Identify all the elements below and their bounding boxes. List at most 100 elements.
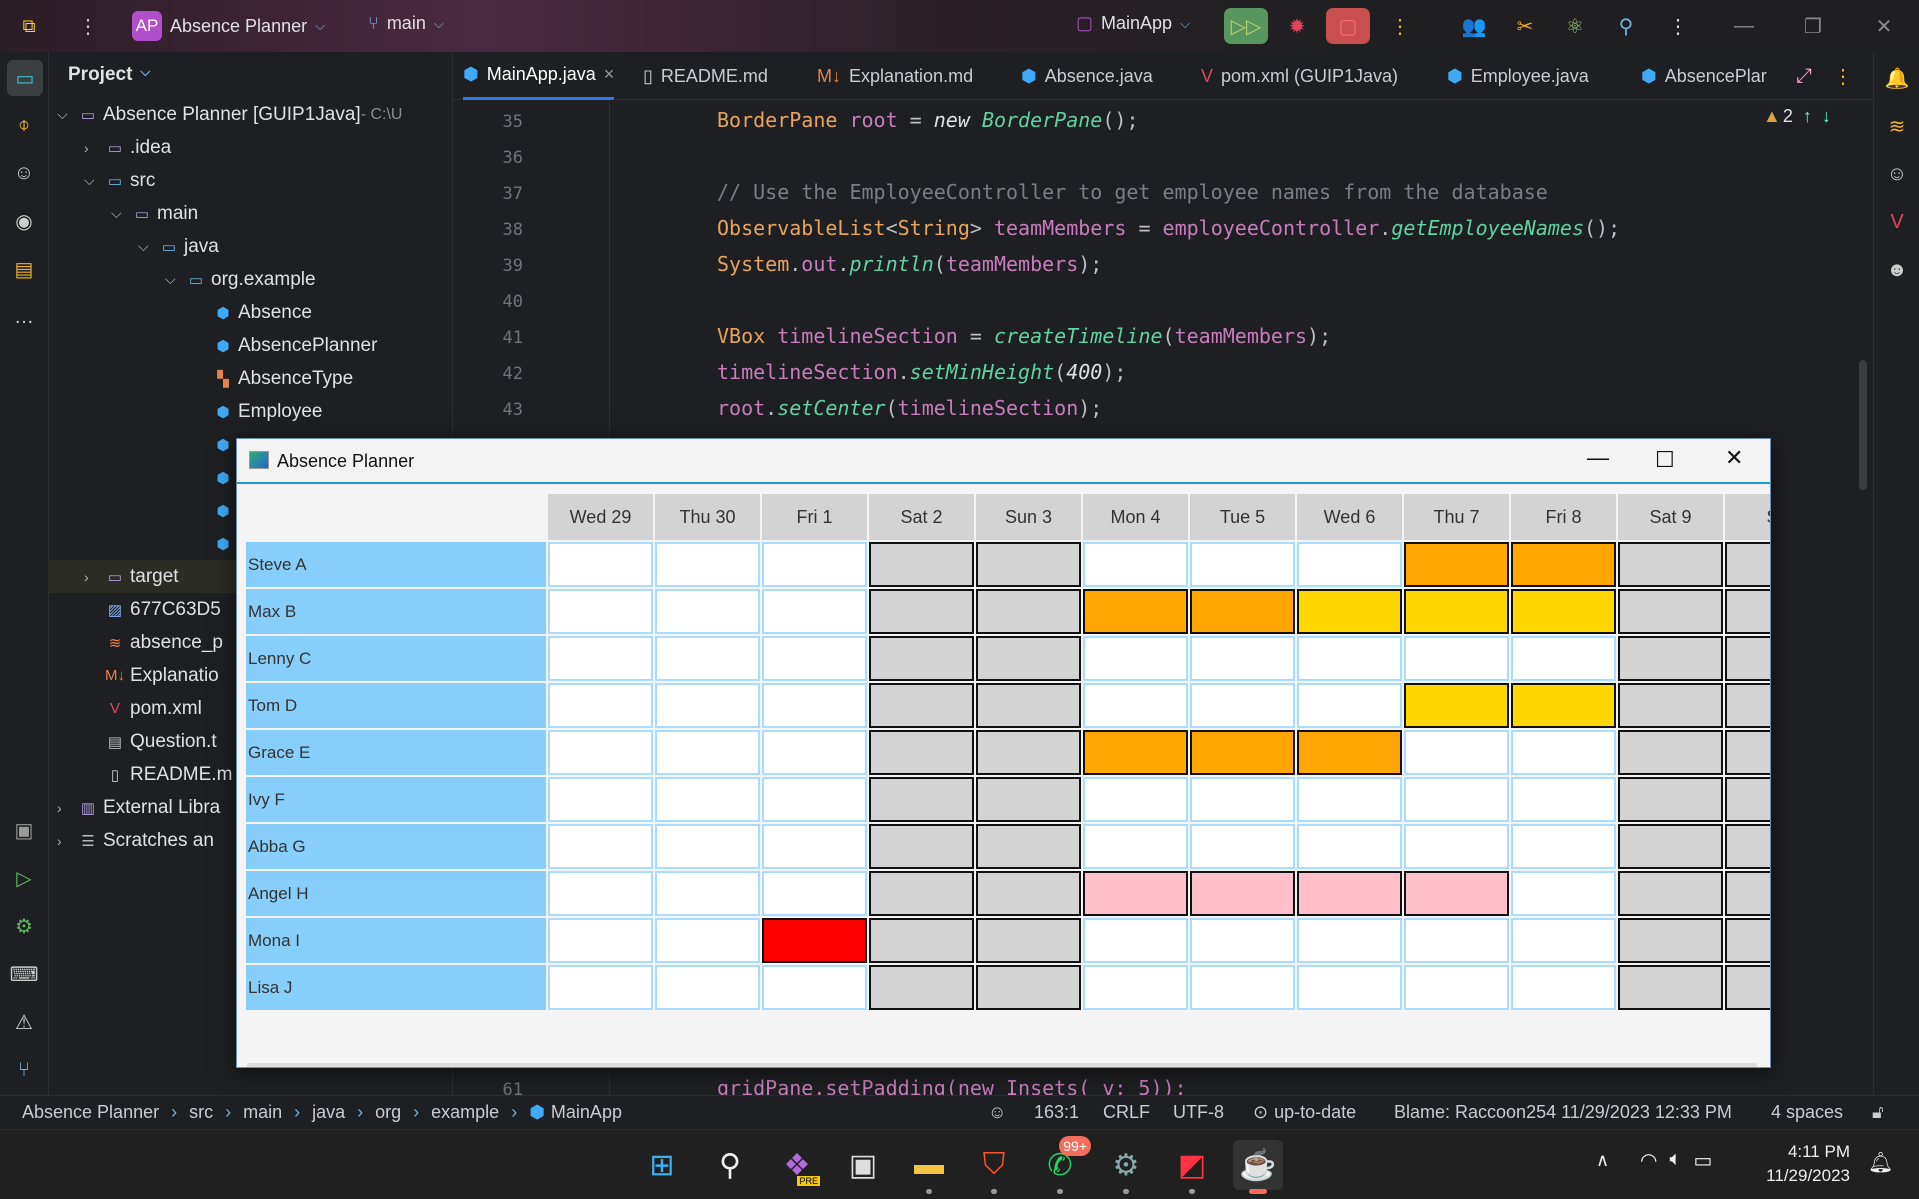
minimize-icon[interactable]: — [1728,10,1760,42]
breadcrumb-item[interactable]: src [189,1102,213,1123]
day-cell[interactable] [762,683,867,728]
run-config-selector[interactable]: ▢ MainApp ⌵ [1076,13,1190,34]
tree-item[interactable]: M↓ Explanatio [84,659,219,692]
tree-item[interactable]: ⬢ Absence [192,296,312,329]
day-cell[interactable] [655,683,760,728]
tools-icon[interactable]: ✂ [1509,10,1541,42]
day-cell[interactable] [1190,542,1295,587]
day-cell[interactable] [1297,871,1402,916]
day-cell[interactable] [762,824,867,869]
day-cell[interactable] [869,636,974,681]
day-cell[interactable] [655,918,760,963]
day-cell[interactable] [762,918,867,963]
problems-icon[interactable]: ⚠ [8,1006,40,1038]
search-icon[interactable]: ⚲ [1610,10,1642,42]
day-cell[interactable] [1297,636,1402,681]
day-cell[interactable] [1511,965,1616,1010]
day-cell[interactable] [1511,589,1616,634]
day-cell[interactable] [1404,730,1509,775]
tab-explanation-md[interactable]: M↓ Explanation.md [817,52,973,100]
day-cell[interactable] [1083,636,1188,681]
tab-absenceplar[interactable]: ⬢ AbsencePlar [1641,52,1767,100]
tree-item[interactable]: ⬢ [192,461,238,494]
file-encoding[interactable]: UTF-8 [1173,1102,1224,1123]
inspection-widget[interactable]: ▲ 2 ↑ ↓ [1763,106,1831,127]
tree-item[interactable]: ▤ Question.t [84,725,217,758]
day-cell[interactable] [976,683,1081,728]
horizontal-scrollbar[interactable] [247,1063,1757,1067]
day-cell[interactable] [1404,871,1509,916]
day-cell[interactable] [762,777,867,822]
intellij-taskbar-icon[interactable]: ◩ [1167,1140,1217,1194]
more-actions-icon[interactable]: ⋮ [1384,10,1416,42]
tree-item[interactable]: ⬢ Employee [192,395,322,428]
day-cell[interactable] [1083,824,1188,869]
day-cell[interactable] [869,824,974,869]
day-cell[interactable] [548,542,653,587]
chevron-down-icon[interactable]: ⌵ [111,205,131,222]
day-cell[interactable] [1404,777,1509,822]
day-cell[interactable] [1511,683,1616,728]
java-app-taskbar-icon[interactable]: ☕ [1233,1140,1283,1194]
close-icon[interactable]: ✕ [1868,10,1900,42]
day-cell[interactable] [1190,965,1295,1010]
day-cell[interactable] [976,730,1081,775]
day-cell[interactable] [1083,683,1188,728]
maven-icon[interactable]: V [1881,206,1913,238]
day-cell[interactable] [1511,824,1616,869]
brave-icon[interactable]: ⛉ [969,1140,1019,1194]
breadcrumb-item[interactable]: Absence Planner [22,1102,159,1123]
day-cell[interactable] [869,871,974,916]
day-cell[interactable] [762,965,867,1010]
day-cell[interactable] [1297,542,1402,587]
tab-options-icon[interactable]: ⋮ [1827,60,1859,92]
tree-item[interactable]: ⬢ AbsencePlanner [192,329,377,362]
breadcrumb-item[interactable]: java [312,1102,345,1123]
indent-setting[interactable]: 4 spaces [1771,1102,1843,1123]
settings-menu-icon[interactable]: ⋮ [1662,10,1694,42]
commit-icon[interactable]: ⌽ [8,109,40,141]
tree-item[interactable]: › ☰ Scratches an [57,824,214,857]
day-cell[interactable] [976,636,1081,681]
day-cell[interactable] [1511,542,1616,587]
day-cell[interactable] [1404,824,1509,869]
breadcrumb-item[interactable]: example [431,1102,499,1123]
day-cell[interactable] [1404,589,1509,634]
day-cell[interactable] [1725,542,1770,587]
tree-item[interactable]: ⬢ [192,527,238,560]
day-cell[interactable] [655,589,760,634]
chevron-down-icon[interactable]: ⌵ [165,271,185,288]
settings-app-icon[interactable]: ⚙ [1101,1140,1151,1194]
system-tray[interactable]: ◠ 🔈︎ ▭ [1640,1148,1712,1173]
day-cell[interactable] [655,824,760,869]
day-cell[interactable] [762,542,867,587]
tree-item[interactable]: ▚ AbsenceType [192,362,353,395]
debug-button[interactable]: ✹ [1275,8,1319,44]
tree-item[interactable]: ▨ 677C63D5 [84,593,221,626]
main-menu-icon[interactable]: ⋮ [72,10,104,42]
day-cell[interactable] [1618,730,1723,775]
previous-highlight-icon[interactable]: ↑ [1803,106,1812,127]
blame-info[interactable]: Blame: Raccoon254 11/29/2023 12:33 PM [1394,1102,1732,1123]
day-cell[interactable] [1190,589,1295,634]
day-cell[interactable] [869,589,974,634]
tab-employee-java[interactable]: ⬢ Employee.java [1447,52,1589,100]
chevron-down-icon[interactable]: ⌵ [57,106,77,123]
day-cell[interactable] [762,871,867,916]
close-tab-icon[interactable]: × [604,64,615,85]
day-cell[interactable] [1190,730,1295,775]
ai-chat-icon[interactable]: ☻ [1881,254,1913,286]
day-cell[interactable] [976,589,1081,634]
day-cell[interactable] [869,777,974,822]
tree-item[interactable]: ⬢ [192,428,238,461]
structure-icon[interactable]: ▤ [8,253,40,285]
tree-item[interactable]: ⌵ ▭ org.example [165,263,316,296]
day-cell[interactable] [1083,777,1188,822]
settings-gear-icon[interactable]: ⚙ [8,910,40,942]
tab-readme-md[interactable]: ▯ README.md [643,52,768,100]
chevron-down-icon[interactable]: ⌵ [84,172,104,189]
tree-item[interactable]: ⬢ [192,494,238,527]
day-cell[interactable] [1618,683,1723,728]
day-cell[interactable] [762,636,867,681]
day-cell[interactable] [1083,730,1188,775]
